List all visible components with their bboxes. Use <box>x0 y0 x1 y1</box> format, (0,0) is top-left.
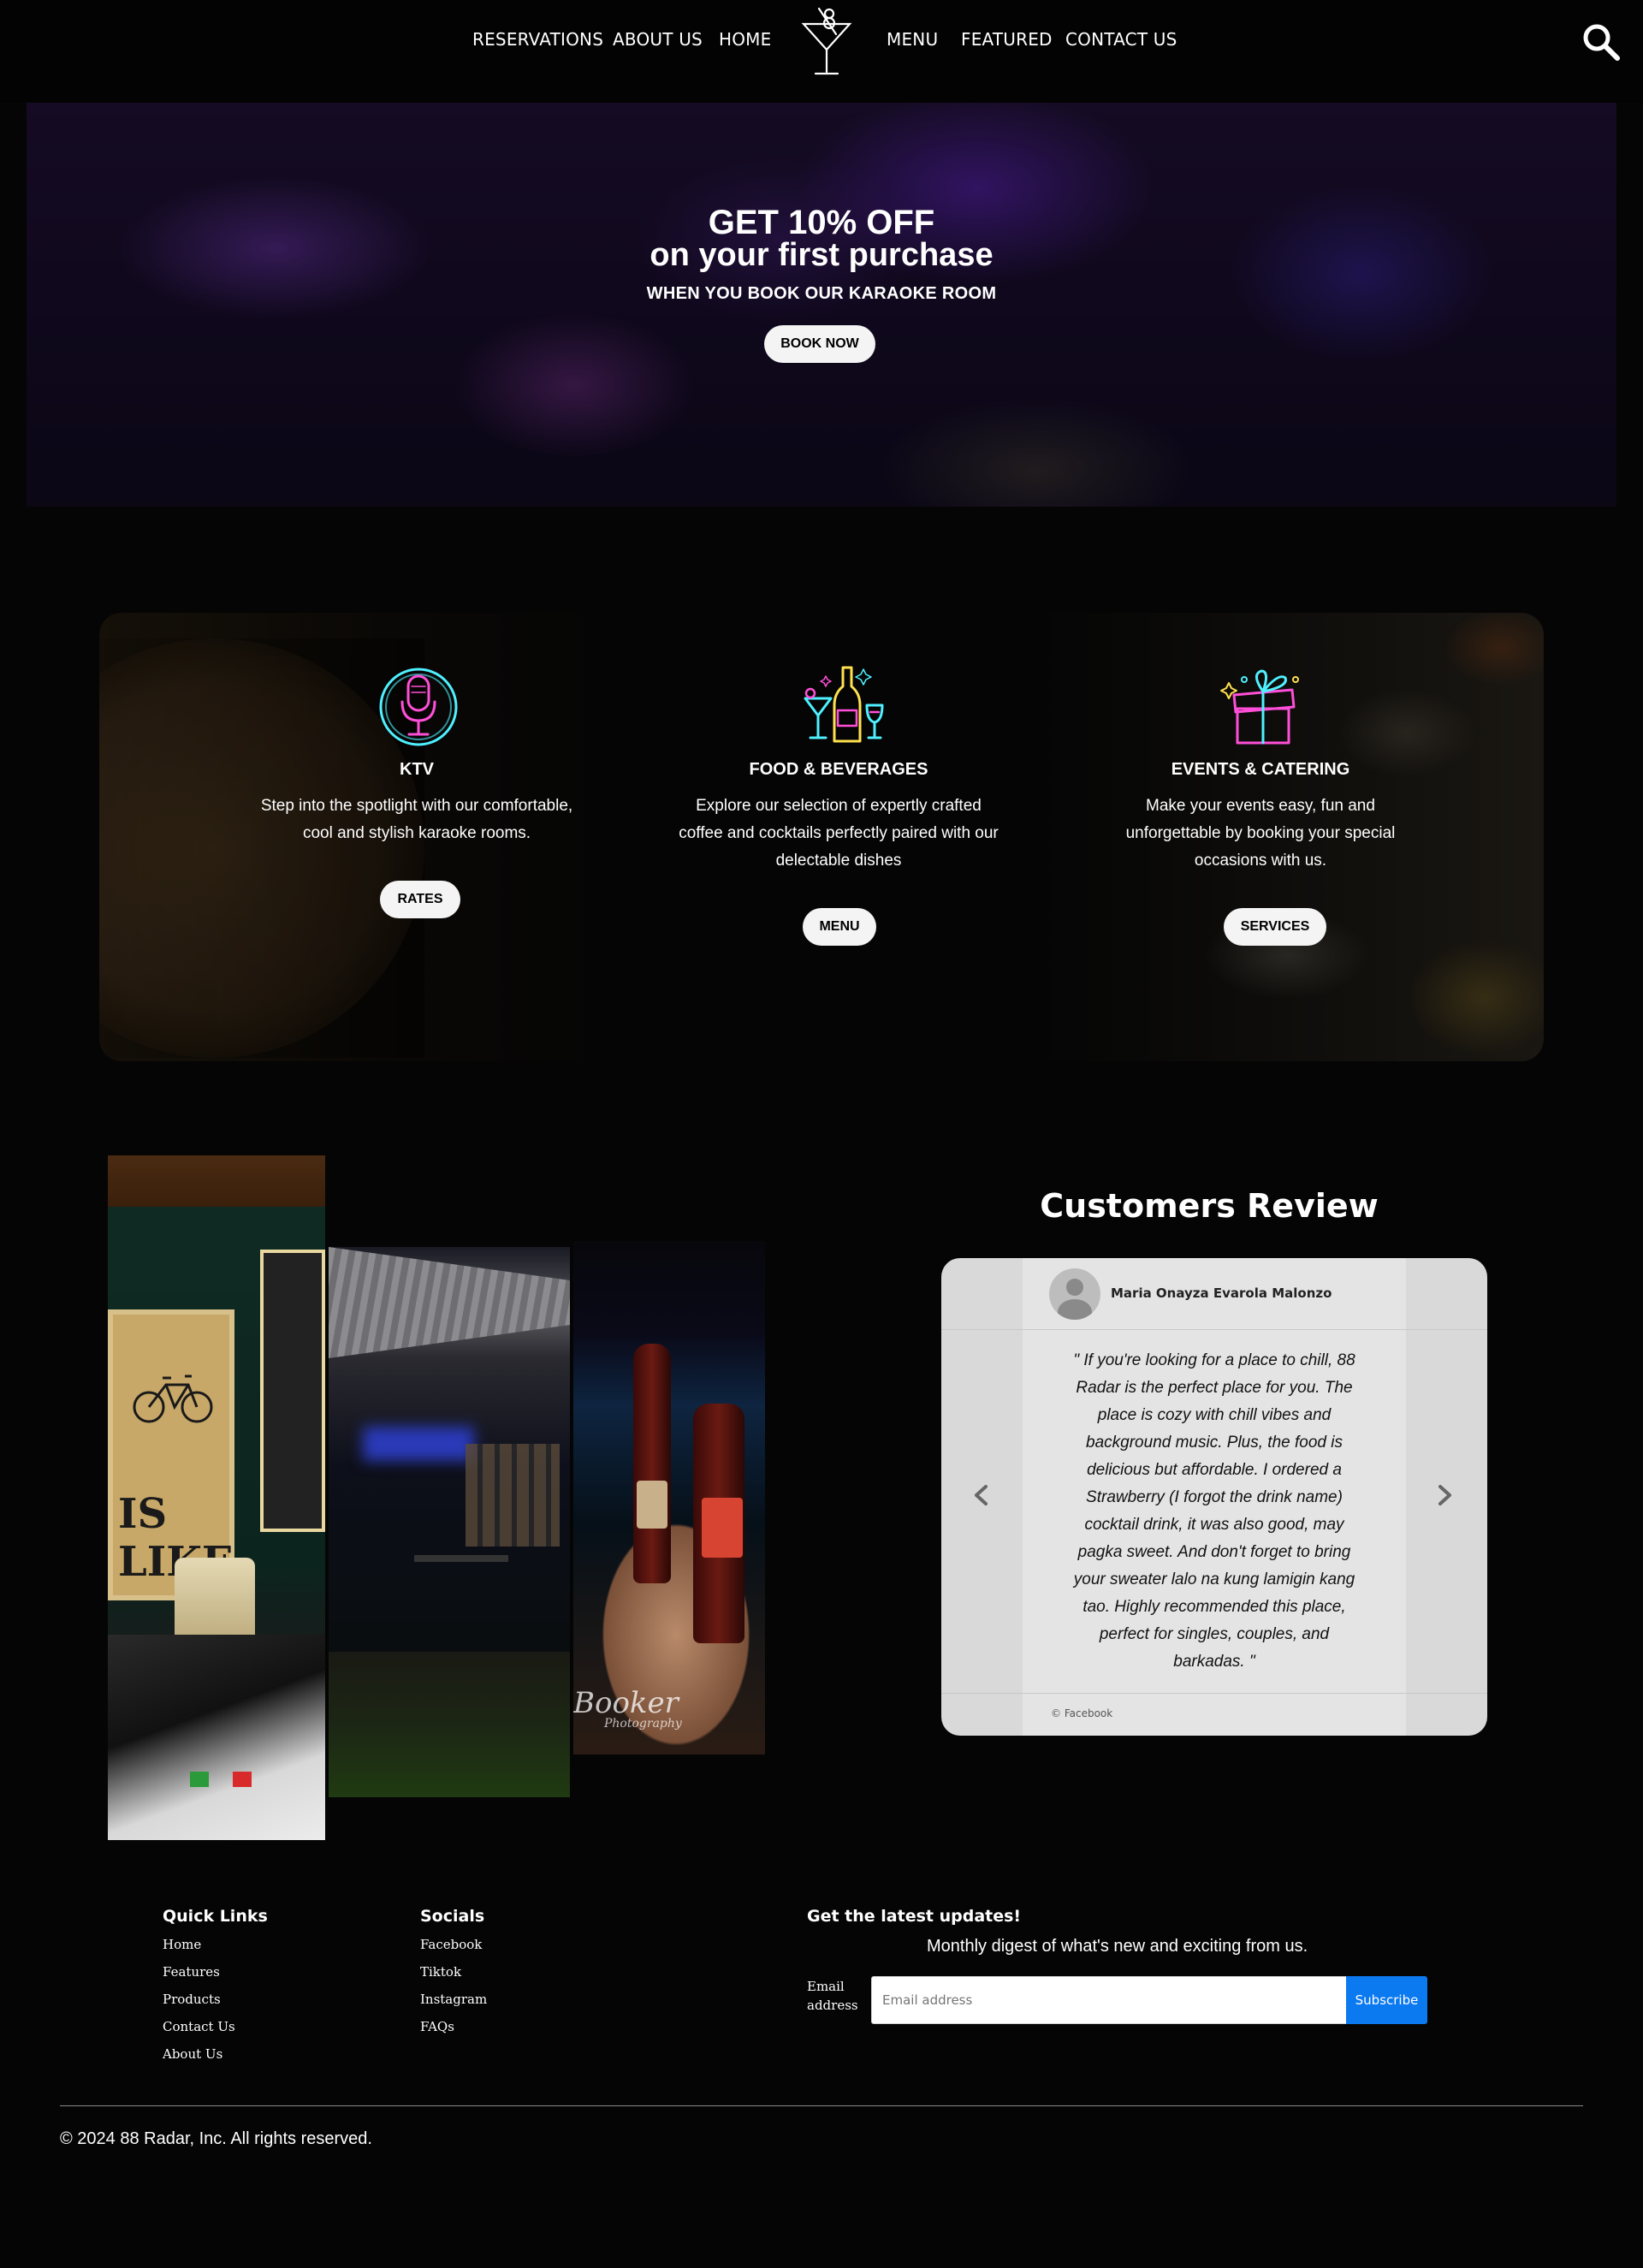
footer-link-home[interactable]: Home <box>163 1937 201 1952</box>
nav-about-us[interactable]: ABOUT US <box>613 29 703 50</box>
bicycle-poster: IS LIKE <box>108 1309 234 1600</box>
nav-home[interactable]: HOME <box>719 29 771 50</box>
review-line: cocktail drink, it was also good, may <box>1084 1516 1344 1534</box>
neon-cocktail-bottle-icon <box>804 666 884 743</box>
service-description-events: Make your events easy, fun and unforgett… <box>1089 793 1432 875</box>
newsletter-heading: Get the latest updates! <box>807 1907 1022 1926</box>
service-title-ktv: KTV <box>400 760 434 779</box>
gallery-photo-drinks: Booker Photography <box>573 1241 765 1754</box>
services-button[interactable]: SERVICES <box>1224 908 1326 946</box>
wall-frames <box>466 1444 560 1547</box>
review-source: © Facebook <box>1051 1707 1113 1719</box>
food-description-line: Explore our selection of expertly crafte… <box>696 797 982 815</box>
flag-stripe <box>190 1772 209 1787</box>
events-description-line: Make your events easy, fun and <box>1146 797 1375 815</box>
review-line: place is cozy with chill vibes and <box>1097 1406 1332 1424</box>
neon-gift-box-icon <box>1220 669 1299 745</box>
quick-links-heading: Quick Links <box>163 1907 268 1926</box>
subscribe-button[interactable]: Subscribe <box>1346 1976 1427 2024</box>
search-icon[interactable] <box>1581 22 1621 62</box>
photographer-watermark: Booker <box>573 1686 679 1720</box>
email-field[interactable] <box>871 1976 1347 2024</box>
reviews-heading: Customers Review <box>1040 1187 1379 1225</box>
review-line: " If you're looking for a place to chill… <box>1073 1351 1355 1369</box>
bottle-label <box>637 1481 667 1529</box>
blue-light <box>363 1427 474 1461</box>
food-description-line: delectable dishes <box>775 852 902 870</box>
food-description-line: coffee and cocktails perfectly paired wi… <box>679 824 999 842</box>
service-description-ktv: Step into the spotlight with our comfort… <box>246 793 588 847</box>
hero-tagline: WHEN YOU BOOK OUR KARAOKE ROOM <box>646 284 997 303</box>
book-now-button[interactable]: BOOK NOW <box>764 325 875 363</box>
bottle-label <box>702 1498 743 1558</box>
flag-stripe <box>233 1772 252 1787</box>
service-title-food: FOOD & BEVERAGES <box>749 760 928 779</box>
social-link-instagram[interactable]: Instagram <box>420 1992 487 2007</box>
footer-link-products[interactable]: Products <box>163 1992 221 2007</box>
patio-grass <box>329 1652 570 1797</box>
martini-glass-icon[interactable] <box>800 5 853 77</box>
menu-button[interactable]: MENU <box>803 908 876 946</box>
review-line: your sweater lalo na kung lamigin kang <box>1073 1570 1355 1588</box>
gallery-photo-interior: IS LIKE <box>108 1155 325 1840</box>
service-title-events: EVENTS & CATERING <box>1171 760 1350 779</box>
review-line: pagka sweet. And don't forget to bring <box>1077 1543 1351 1561</box>
newsletter-subtext: Monthly digest of what's new and excitin… <box>927 1937 1308 1956</box>
footer-link-features[interactable]: Features <box>163 1964 220 1980</box>
nav-featured[interactable]: FEATURED <box>961 29 1053 50</box>
services-section: KTV Step into the spotlight with our com… <box>99 613 1544 1061</box>
chevron-left-icon[interactable] <box>969 1482 994 1508</box>
socials-heading: Socials <box>420 1907 485 1926</box>
rates-button[interactable]: RATES <box>380 881 460 918</box>
reviewer-name: Maria Onayza Evarola Malonzo <box>1111 1285 1332 1301</box>
hero-banner: GET 10% OFF on your first purchase WHEN … <box>27 103 1616 507</box>
patio-awning <box>329 1247 570 1358</box>
social-link-tiktok[interactable]: Tiktok <box>420 1964 461 1980</box>
bicycle-icon <box>133 1374 213 1423</box>
footer-link-about-us[interactable]: About Us <box>163 2046 222 2062</box>
nav-contact-us[interactable]: CONTACT US <box>1065 29 1177 50</box>
hero-overlay <box>27 103 1616 507</box>
top-navigation: RESERVATIONS ABOUT US HOME MENU FEATURED… <box>0 0 1643 103</box>
social-link-facebook[interactable]: Facebook <box>420 1937 482 1952</box>
social-link-faqs[interactable]: FAQs <box>420 2019 454 2034</box>
neon-microphone-icon <box>379 668 458 746</box>
review-card: Maria Onayza Evarola Malonzo " If you're… <box>941 1258 1487 1736</box>
typography-poster <box>260 1250 325 1532</box>
review-line: Radar is the perfect place for you. The <box>1076 1379 1353 1397</box>
review-line: perfect for singles, couples, and <box>1099 1625 1330 1643</box>
nav-reservations[interactable]: RESERVATIONS <box>472 29 603 50</box>
chevron-right-icon[interactable] <box>1432 1482 1457 1508</box>
review-line: barkadas. " <box>1173 1653 1255 1671</box>
footer-link-contact-us[interactable]: Contact Us <box>163 2019 235 2034</box>
ktv-description-line: cool and stylish karaoke rooms. <box>302 824 531 842</box>
beer-bottle <box>633 1344 671 1583</box>
footer-divider <box>60 2105 1583 2106</box>
nav-menu[interactable]: MENU <box>887 29 938 50</box>
copyright-text: © 2024 88 Radar, Inc. All rights reserve… <box>60 2129 372 2148</box>
photographer-watermark-sub: Photography <box>604 1717 682 1731</box>
ktv-description-line: Step into the spotlight with our comfort… <box>260 797 573 815</box>
review-text: " If you're looking for a place to chill… <box>1056 1347 1373 1676</box>
service-description-food: Explore our selection of expertly crafte… <box>667 793 1010 875</box>
avatar <box>1049 1268 1100 1320</box>
email-label-line: address <box>807 1998 858 2013</box>
review-line: tao. Highly recommended this place, <box>1082 1598 1346 1616</box>
review-line: background music. Plus, the food is <box>1086 1434 1343 1452</box>
email-label-line: Email <box>807 1979 845 1994</box>
events-description-line: occasions with us. <box>1194 852 1327 870</box>
patio-table <box>414 1555 508 1632</box>
scooter-seat <box>108 1635 325 1840</box>
events-description-line: unforgettable by booking your special <box>1125 824 1396 842</box>
review-line: Strawberry (I forgot the drink name) <box>1086 1488 1343 1506</box>
review-line: delicious but affordable. I ordered a <box>1087 1461 1342 1479</box>
hero-subheadline: on your first purchase <box>649 237 994 273</box>
email-label: Email address <box>807 1977 867 2015</box>
gallery-photo-patio <box>329 1247 570 1797</box>
review-divider <box>941 1693 1487 1694</box>
